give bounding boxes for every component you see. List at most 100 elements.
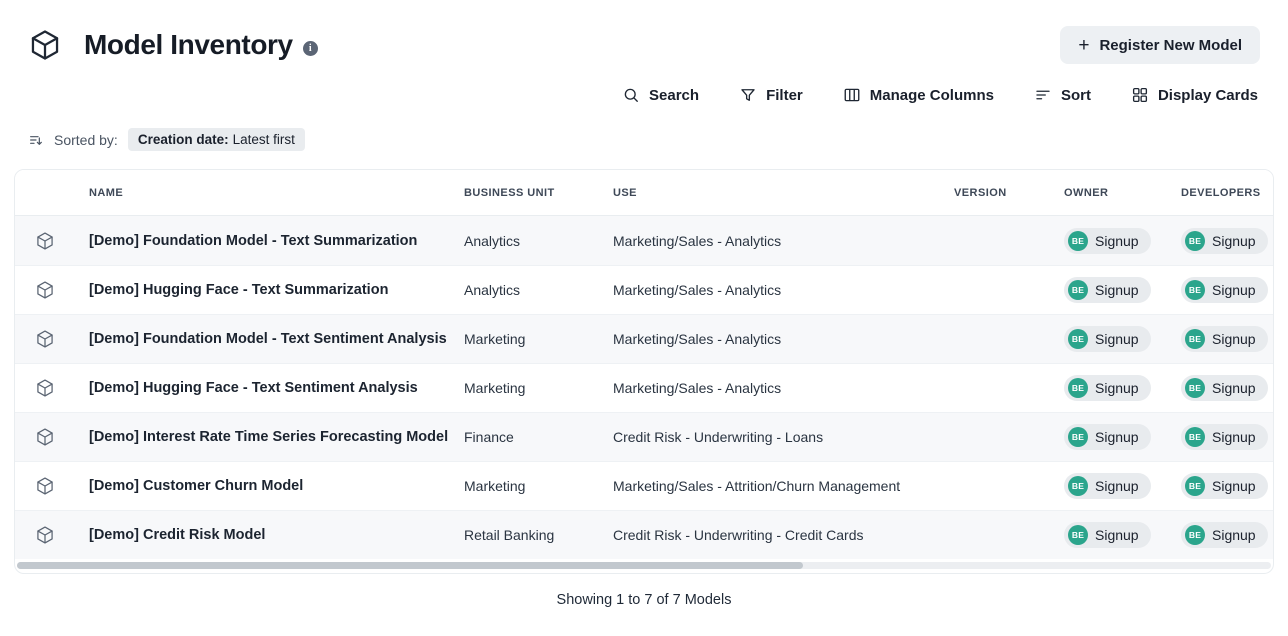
avatar: BE: [1185, 378, 1205, 398]
owner-pill: BE Signup: [1064, 375, 1151, 401]
columns-table-icon: [843, 86, 861, 104]
owner-name: Signup: [1095, 478, 1139, 494]
table-row[interactable]: [Demo] Foundation Model - Text Sentiment…: [15, 314, 1273, 363]
developer-pill: BE Signup: [1181, 277, 1268, 303]
developers-cell: BE Signup: [1181, 522, 1273, 548]
business-unit-cell: Marketing: [464, 380, 613, 396]
column-header-version: VERSION: [954, 187, 1064, 199]
cards-grid-icon: [1131, 86, 1149, 104]
developer-pill: BE Signup: [1181, 375, 1268, 401]
scrollbar-track[interactable]: [17, 562, 1271, 569]
owner-name: Signup: [1095, 282, 1139, 298]
owner-name: Signup: [1095, 233, 1139, 249]
business-unit-cell: Finance: [464, 429, 613, 445]
developer-name: Signup: [1212, 331, 1256, 347]
sort-button[interactable]: Sort: [1034, 86, 1091, 104]
table-toolbar: Search Filter Manage Columns Sort: [0, 64, 1288, 104]
avatar: BE: [1068, 525, 1088, 545]
info-icon[interactable]: i: [303, 41, 318, 56]
developer-name: Signup: [1212, 478, 1256, 494]
table-row[interactable]: [Demo] Customer Churn Model Marketing Ma…: [15, 461, 1273, 510]
model-name-cell: [Demo] Foundation Model - Text Summariza…: [89, 233, 464, 249]
avatar: BE: [1185, 476, 1205, 496]
owner-cell: BE Signup: [1064, 277, 1181, 303]
model-cube-icon: [35, 378, 89, 398]
sort-chip-value: Latest first: [233, 132, 295, 147]
plus-icon: +: [1078, 36, 1089, 55]
owner-pill: BE Signup: [1064, 522, 1151, 548]
title-group: Model Inventory i: [28, 28, 318, 62]
table-row[interactable]: [Demo] Interest Rate Time Series Forecas…: [15, 412, 1273, 461]
sorted-by-label: Sorted by:: [54, 132, 118, 148]
horizontal-scrollbar[interactable]: [15, 559, 1273, 573]
developer-name: Signup: [1212, 527, 1256, 543]
model-name-cell: [Demo] Foundation Model - Text Sentiment…: [89, 331, 464, 347]
avatar: BE: [1068, 231, 1088, 251]
model-cube-icon: [35, 525, 89, 545]
table-row[interactable]: [Demo] Foundation Model - Text Summariza…: [15, 216, 1273, 265]
column-header-owner: OWNER: [1064, 187, 1181, 199]
table-header-row: NAME BUSINESS UNIT USE VERSION OWNER DEV…: [15, 170, 1273, 216]
business-unit-cell: Analytics: [464, 282, 613, 298]
avatar: BE: [1068, 427, 1088, 447]
sorted-by-row: Sorted by: Creation date: Latest first: [0, 104, 1288, 151]
model-name-cell: [Demo] Customer Churn Model: [89, 478, 464, 494]
column-header-name: NAME: [89, 187, 464, 199]
use-cell: Marketing/Sales - Analytics: [613, 233, 954, 249]
avatar: BE: [1185, 525, 1205, 545]
avatar: BE: [1068, 378, 1088, 398]
owner-cell: BE Signup: [1064, 228, 1181, 254]
developer-pill: BE Signup: [1181, 473, 1268, 499]
developers-cell: BE Signup: [1181, 277, 1273, 303]
column-header-use: USE: [613, 187, 954, 199]
owner-pill: BE Signup: [1064, 424, 1151, 450]
developers-cell: BE Signup: [1181, 326, 1273, 352]
developer-name: Signup: [1212, 282, 1256, 298]
table-body: [Demo] Foundation Model - Text Summariza…: [15, 216, 1273, 559]
manage-columns-label: Manage Columns: [870, 87, 994, 104]
sort-lines-icon: [1034, 86, 1052, 104]
use-cell: Marketing/Sales - Analytics: [613, 331, 954, 347]
filter-icon: [739, 86, 757, 104]
display-cards-button[interactable]: Display Cards: [1131, 86, 1258, 104]
results-summary: Showing 1 to 7 of 7 Models: [0, 574, 1288, 608]
owner-pill: BE Signup: [1064, 326, 1151, 352]
model-name-cell: [Demo] Hugging Face - Text Sentiment Ana…: [89, 380, 464, 396]
avatar: BE: [1185, 280, 1205, 300]
avatar: BE: [1068, 329, 1088, 349]
filter-button[interactable]: Filter: [739, 86, 803, 104]
owner-cell: BE Signup: [1064, 522, 1181, 548]
column-header-business-unit: BUSINESS UNIT: [464, 187, 613, 199]
developer-pill: BE Signup: [1181, 522, 1268, 548]
sort-chip[interactable]: Creation date: Latest first: [128, 128, 305, 151]
business-unit-cell: Retail Banking: [464, 527, 613, 543]
use-cell: Credit Risk - Underwriting - Loans: [613, 429, 954, 445]
table-row[interactable]: [Demo] Hugging Face - Text Summarization…: [15, 265, 1273, 314]
table-row[interactable]: [Demo] Credit Risk Model Retail Banking …: [15, 510, 1273, 559]
avatar: BE: [1185, 231, 1205, 251]
model-name-cell: [Demo] Credit Risk Model: [89, 527, 464, 543]
business-unit-cell: Marketing: [464, 331, 613, 347]
owner-name: Signup: [1095, 429, 1139, 445]
display-cards-label: Display Cards: [1158, 87, 1258, 104]
page-title: Model Inventory: [84, 29, 293, 61]
owner-pill: BE Signup: [1064, 473, 1151, 499]
manage-columns-button[interactable]: Manage Columns: [843, 86, 994, 104]
business-unit-cell: Analytics: [464, 233, 613, 249]
scrollbar-thumb[interactable]: [17, 562, 803, 569]
developer-pill: BE Signup: [1181, 326, 1268, 352]
model-cube-icon: [35, 280, 89, 300]
register-new-model-label: Register New Model: [1099, 37, 1242, 54]
model-cube-icon: [35, 231, 89, 251]
table-row[interactable]: [Demo] Hugging Face - Text Sentiment Ana…: [15, 363, 1273, 412]
use-cell: Credit Risk - Underwriting - Credit Card…: [613, 527, 954, 543]
search-label: Search: [649, 87, 699, 104]
search-button[interactable]: Search: [622, 86, 699, 104]
model-cube-icon: [35, 329, 89, 349]
use-cell: Marketing/Sales - Analytics: [613, 380, 954, 396]
avatar: BE: [1185, 329, 1205, 349]
owner-cell: BE Signup: [1064, 326, 1181, 352]
use-cell: Marketing/Sales - Analytics: [613, 282, 954, 298]
register-new-model-button[interactable]: + Register New Model: [1060, 26, 1260, 64]
model-name-cell: [Demo] Interest Rate Time Series Forecas…: [89, 429, 464, 445]
